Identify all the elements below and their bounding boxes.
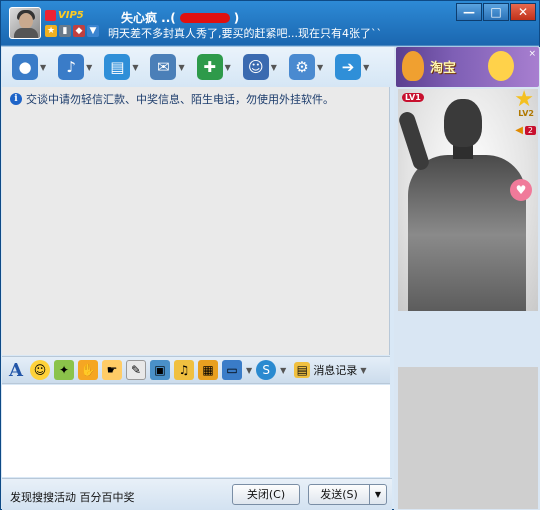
- chevron-down-icon[interactable]: ▼: [363, 63, 369, 72]
- chevron-down-icon[interactable]: ▼: [86, 63, 92, 72]
- edit-icon[interactable]: ✎: [126, 360, 146, 380]
- user-group-icon: ☺: [242, 54, 269, 80]
- send-button[interactable]: 发送(S): [308, 484, 370, 505]
- redacted-id: [179, 12, 230, 23]
- window-controls: — □ ✕: [456, 3, 536, 21]
- vip-badge[interactable]: VIP5: [45, 10, 84, 21]
- emoji-icon[interactable]: ☺: [30, 360, 50, 380]
- vip-label: VIP5: [58, 10, 84, 21]
- chat-history[interactable]: i 交谈中请勿轻信汇款、中奖信息、陌生电话，勿使用外挂软件。: [2, 87, 390, 355]
- image-icon[interactable]: ▣: [150, 360, 170, 380]
- cartoon-character-icon: [488, 51, 514, 81]
- contact-avatar[interactable]: [9, 7, 41, 39]
- security-warning: i 交谈中请勿轻信汇款、中奖信息、陌生电话，勿使用外挂软件。: [10, 91, 334, 107]
- toolbar-sms-button[interactable]: ✚ ▼: [196, 54, 231, 80]
- shield-badge-icon[interactable]: ▼: [87, 25, 99, 37]
- soso-dropdown-icon[interactable]: ▼: [280, 366, 286, 375]
- maximize-button[interactable]: □: [483, 3, 509, 21]
- microphone-icon: ♪: [58, 54, 85, 80]
- folder-transfer-icon: ▤: [104, 54, 131, 80]
- toolbar-voice-button[interactable]: ♪ ▼: [58, 54, 92, 80]
- speaker-icon: ◀: [515, 125, 523, 136]
- ad-banner[interactable]: 淘宝 ×: [396, 47, 539, 87]
- level-badge-icon[interactable]: ▮: [59, 25, 71, 37]
- message-record-dropdown-icon: ▼: [360, 365, 367, 375]
- toolbar-email-button[interactable]: ✉ ▼: [150, 54, 185, 80]
- level-tag: LV1: [402, 93, 424, 102]
- screenshot-icon[interactable]: ▭: [222, 360, 242, 380]
- gift-icon[interactable]: ▦: [198, 360, 218, 380]
- magic-emoji-icon[interactable]: ✦: [54, 360, 74, 380]
- close-window-button[interactable]: ✕: [510, 3, 536, 21]
- format-toolbar: A ☺ ✦ ✋ ☛ ✎ ▣ ♫ ▦ ▭ ▼ S ▼ ▤ 消息记录 ▼: [2, 356, 390, 384]
- toolbar-group-button[interactable]: ☺ ▼: [242, 54, 277, 80]
- message-add-icon: ✚: [196, 54, 223, 80]
- screenshot-dropdown-icon[interactable]: ▼: [246, 366, 252, 375]
- music-icon[interactable]: ♫: [174, 360, 194, 380]
- level2-tag: LV2: [518, 109, 534, 118]
- qq-chat-window: VIP5 ★ ▮ ◆ ▼ 失心疯 ..( ) 明天差不多封真人秀了,要买的赶紧吧…: [0, 0, 540, 510]
- star-icon[interactable]: ★: [514, 89, 534, 111]
- volume-count: 2: [524, 126, 536, 135]
- chevron-down-icon[interactable]: ▼: [225, 63, 231, 72]
- shake-icon[interactable]: ✋: [78, 360, 98, 380]
- apps-settings-icon: ⚙: [288, 54, 315, 80]
- close-button[interactable]: 关闭(C): [232, 484, 300, 505]
- chat-toolbar: ● ▼ ♪ ▼ ▤ ▼ ✉ ▼ ✚ ▼ ☺ ▼ ⚙ ▼ ➔ ▼: [2, 47, 394, 87]
- volume-indicator[interactable]: ◀ 2: [515, 125, 536, 136]
- history-icon: ▤: [294, 362, 311, 378]
- font-icon[interactable]: A: [6, 360, 26, 381]
- hand-icon[interactable]: ☛: [102, 360, 122, 380]
- star-badge-icon[interactable]: ★: [45, 25, 57, 37]
- toolbar-more-button[interactable]: ➔ ▼: [335, 54, 369, 80]
- contact-name: 失心疯 ..( ): [121, 9, 239, 26]
- promo-link[interactable]: 发现搜搜活动 百分百中奖: [10, 489, 135, 505]
- banner-close-icon[interactable]: ×: [528, 49, 536, 59]
- vip-crown-icon: [45, 10, 56, 21]
- heart-icon[interactable]: ♥: [510, 179, 532, 201]
- banner-logo: 淘宝: [430, 61, 457, 76]
- chevron-down-icon[interactable]: ▼: [317, 63, 323, 72]
- toolbar-apps-button[interactable]: ⚙ ▼: [288, 54, 323, 80]
- chevron-down-icon[interactable]: ▼: [40, 63, 46, 72]
- chevron-down-icon[interactable]: ▼: [178, 63, 184, 72]
- webcam-icon: ●: [12, 54, 38, 80]
- qq-show-avatar[interactable]: LV1 ★ LV2 ◀ 2 ♥: [398, 89, 538, 311]
- right-panel: 淘宝 × LV1 ★ LV2 ◀ 2 ♥: [394, 47, 540, 510]
- contact-name-text: 失心疯 ..(: [121, 11, 176, 25]
- mail-icon: ✉: [150, 54, 177, 80]
- globe-arrow-icon: ➔: [335, 54, 362, 80]
- minimize-button[interactable]: —: [456, 3, 482, 21]
- status-badges: ★ ▮ ◆ ▼: [45, 25, 99, 37]
- security-warning-text: 交谈中请勿轻信汇款、中奖信息、陌生电话，勿使用外挂软件。: [26, 93, 334, 106]
- bottom-bar: 发现搜搜活动 百分百中奖 关闭(C) 发送(S) ▼: [2, 478, 392, 510]
- contact-signature: 明天差不多封真人秀了,要买的赶紧吧...现在只有4张了``: [108, 27, 382, 40]
- soso-icon[interactable]: S: [256, 360, 277, 380]
- side-info-panel: [398, 367, 538, 509]
- game-badge-icon[interactable]: ◆: [73, 25, 85, 37]
- toolbar-file-button[interactable]: ▤ ▼: [104, 54, 138, 80]
- send-options-chevron-down-icon[interactable]: ▼: [369, 484, 387, 505]
- info-icon: i: [10, 93, 22, 105]
- message-record-label: 消息记录: [313, 364, 358, 377]
- chevron-down-icon[interactable]: ▼: [132, 63, 138, 72]
- message-record-button[interactable]: ▤ 消息记录 ▼: [294, 362, 366, 378]
- cartoon-character-icon: [402, 51, 424, 81]
- toolbar-video-button[interactable]: ● ▼: [12, 54, 46, 80]
- chevron-down-icon[interactable]: ▼: [271, 63, 277, 72]
- message-input[interactable]: [2, 385, 390, 477]
- contact-name-suffix: ): [233, 10, 240, 25]
